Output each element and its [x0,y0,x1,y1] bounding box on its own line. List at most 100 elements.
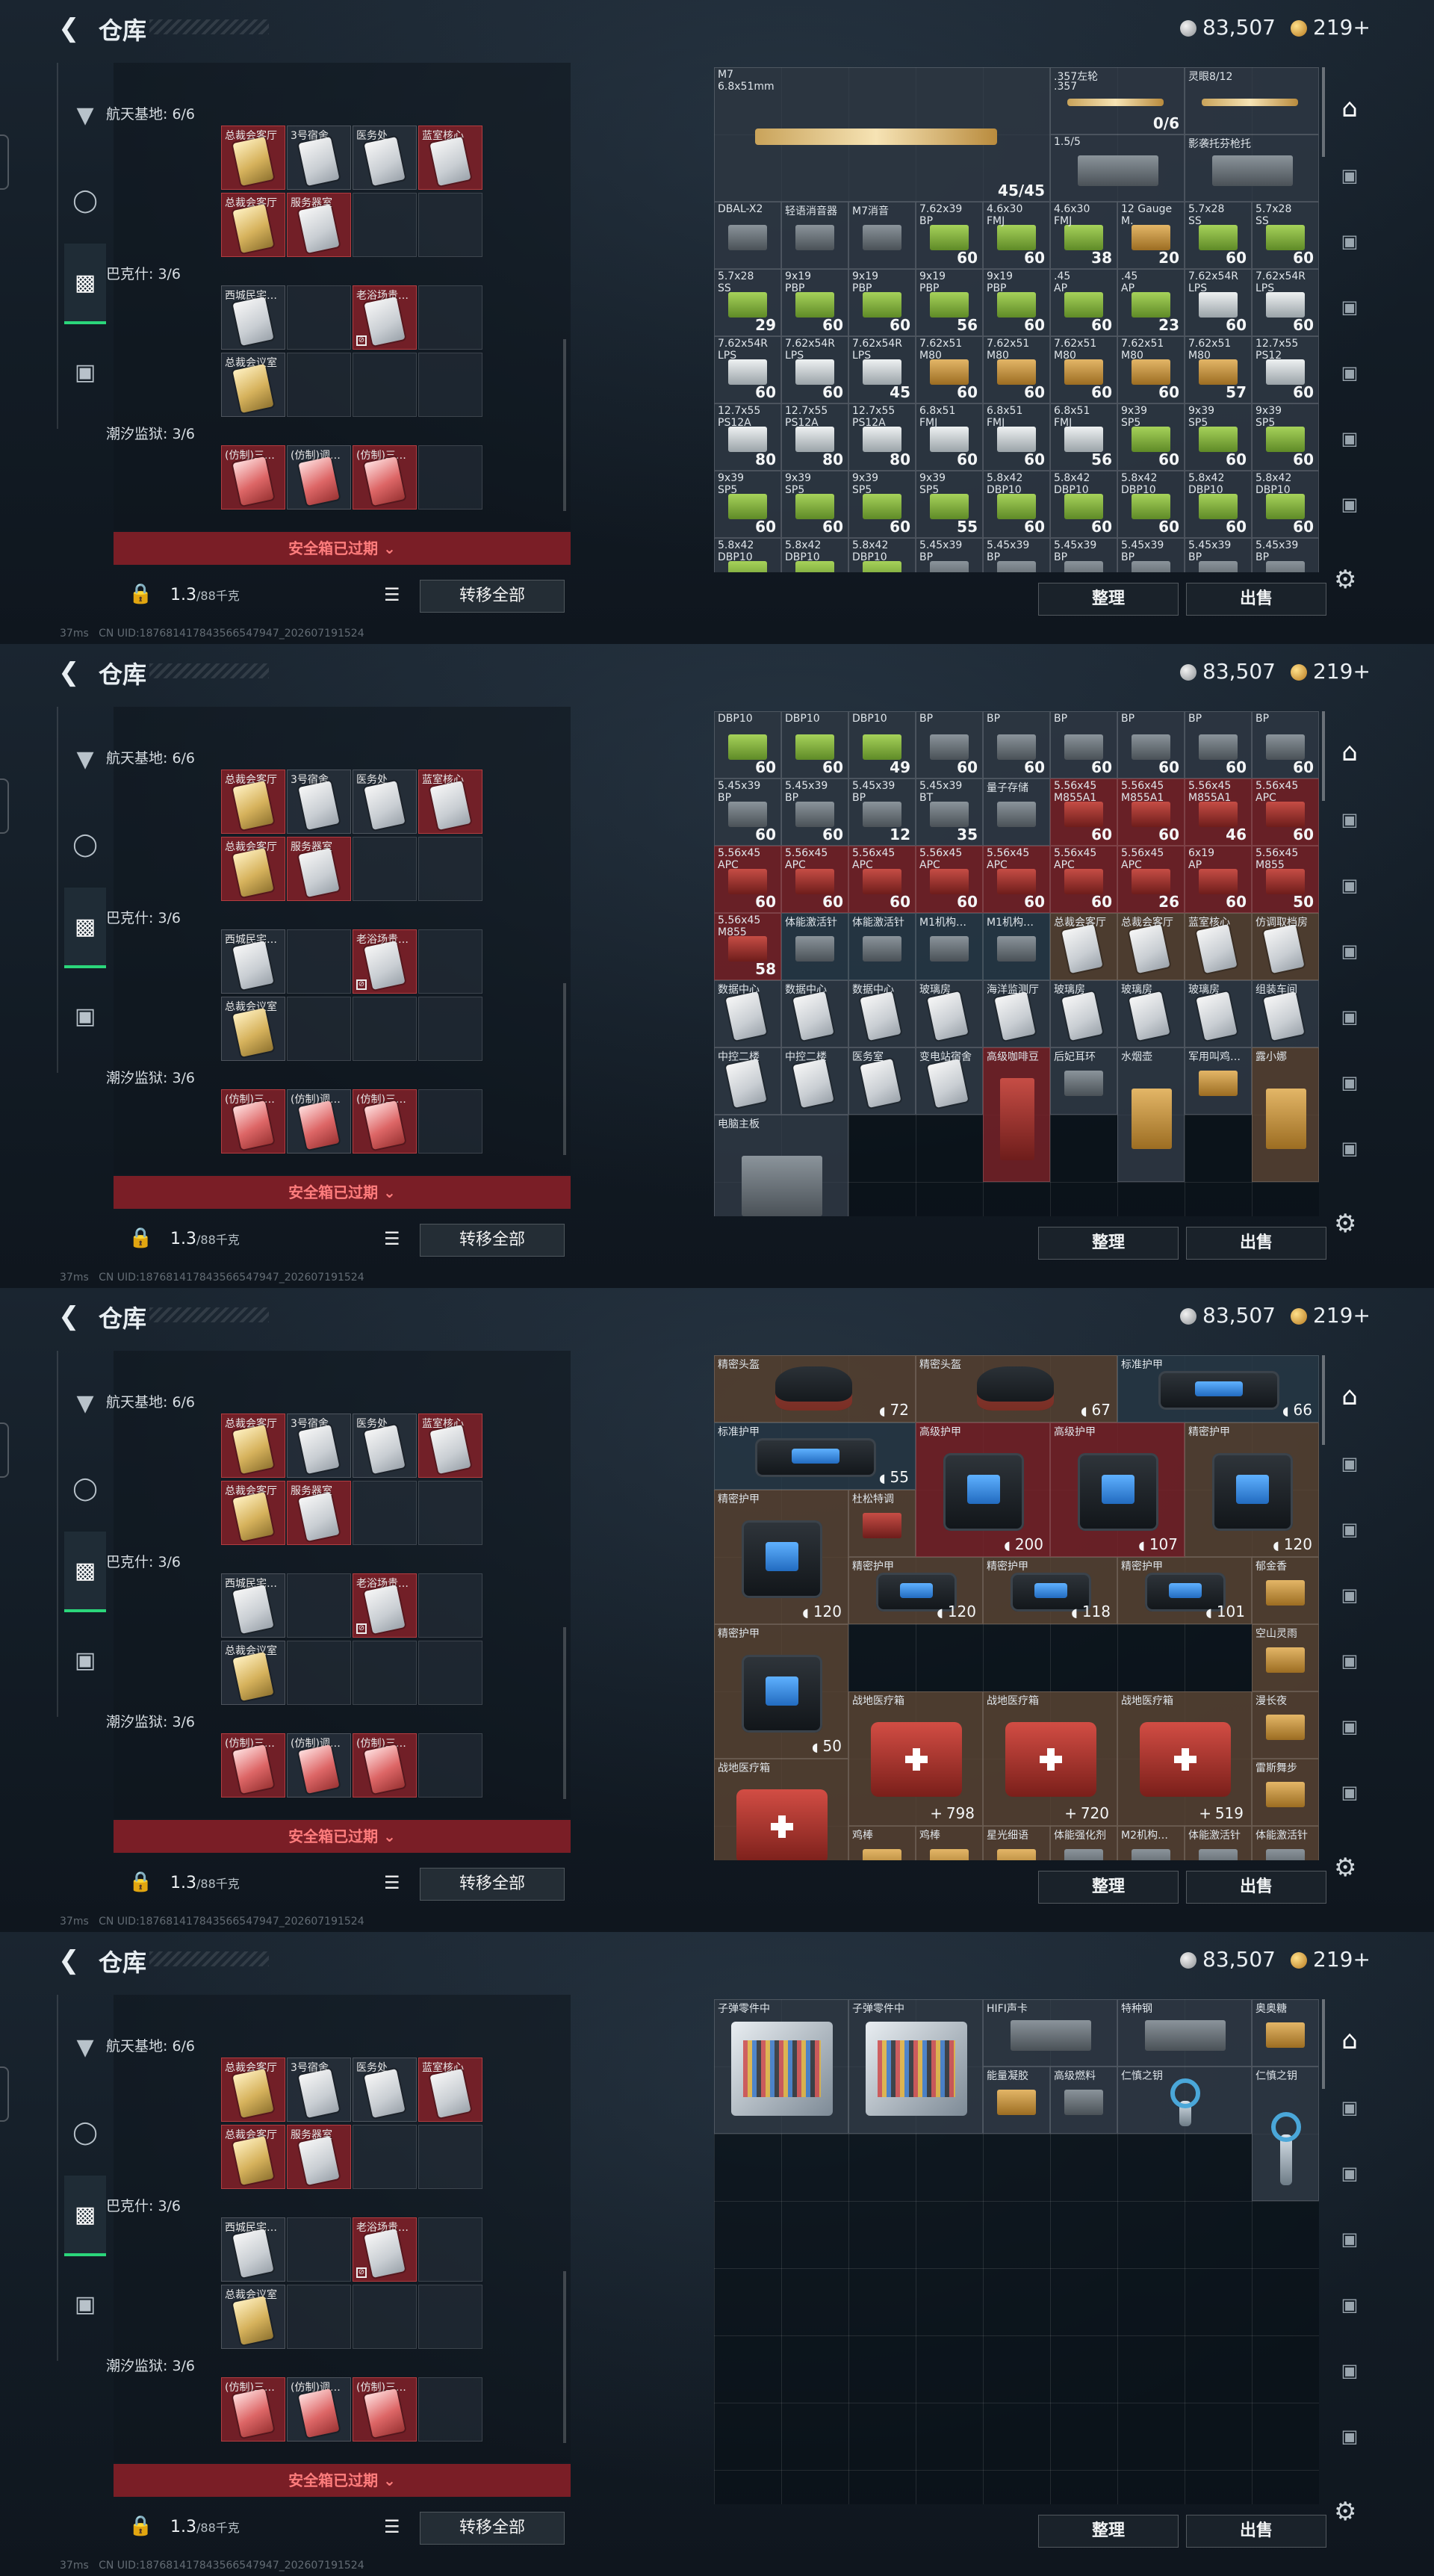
right-scrollbar[interactable] [1322,1999,1325,2089]
inventory-item[interactable]: 5.7x28 SS 29 [714,269,781,336]
inventory-item[interactable]: 量子存储 [983,778,1050,846]
warehouse-page-2-icon[interactable]: ▣ [1329,1443,1370,1484]
inventory-item[interactable]: 子弹零件中 [714,1999,848,2134]
inventory-item[interactable]: 7.62x54R LPS 60 [714,336,781,403]
inventory-item[interactable]: 5.45x39 BP 60 [714,778,781,846]
inventory-item[interactable]: 5.56x45 M855 58 [714,913,781,980]
warehouse-page-3-icon[interactable]: ▣ [1329,2153,1370,2193]
category-supply-icon[interactable]: ▣ [64,2283,106,2325]
inventory-item[interactable]: 中控二楼 [714,1047,781,1115]
inventory-item[interactable]: 露小娜 [1252,1047,1319,1182]
warehouse-page-5-icon[interactable]: ▣ [1329,353,1370,393]
inventory-item[interactable]: M7 6.8x51mm 45/45 [714,67,1050,202]
inventory-item[interactable]: 杜松特调 [848,1490,916,1557]
inventory-item[interactable]: 5.8x42 DBP10 60 [1185,471,1252,538]
keycard-slot[interactable]: 医务处 [353,1414,417,1478]
inventory-item[interactable]: 战地医疗箱 [714,1759,848,1860]
inventory-item[interactable]: 子弹零件中 [848,1999,983,2134]
keycard-slot[interactable]: 3号宿舍 [287,770,351,834]
inventory-item[interactable]: 4.6x30 FMJ 60 [983,202,1050,269]
sell-button[interactable]: 出售 [1186,583,1326,616]
inventory-item[interactable]: 5.56x45 APC 60 [1252,778,1319,846]
list-icon[interactable]: ☰ [384,1872,405,1895]
warehouse-page-5-icon[interactable]: ▣ [1329,2285,1370,2325]
inventory-item[interactable]: 6x19 AP 60 [1185,846,1252,913]
inventory-item[interactable]: 雷斯舞步 [1252,1759,1319,1826]
left-scrollbar[interactable] [563,1627,566,1799]
inventory-item[interactable]: 海洋监测厅 [983,980,1050,1047]
keycard-slot[interactable]: (仿制)三… [353,2377,417,2442]
category-equipment-icon[interactable]: ◯ [64,179,106,221]
inventory-item[interactable]: BP 60 [1050,711,1117,778]
inventory-item[interactable]: BP 60 [983,711,1050,778]
keycard-slot[interactable]: (仿制)调… [287,2377,351,2442]
inventory-item[interactable]: 5.56x45 M855A1 60 [1050,778,1117,846]
inventory-item[interactable]: 高级燃料 [1050,2066,1117,2134]
inventory-item[interactable]: 7.62x51 M80 60 [1117,336,1185,403]
category-keycard-icon[interactable]: ▩ [64,1532,106,1612]
inventory-item[interactable]: 影袭托芬枪托 [1185,134,1319,202]
keycard-slot[interactable]: 服务器室 [287,1481,351,1545]
warehouse-page-6-icon[interactable]: ▣ [1329,418,1370,459]
inventory-item[interactable]: 玻璃房 [916,980,983,1047]
warehouse-page-7-icon[interactable]: ▣ [1329,484,1370,524]
inventory-item[interactable]: 后妃耳环 [1050,1047,1117,1115]
sell-button[interactable]: 出售 [1186,1871,1326,1904]
warehouse-page-3-icon[interactable]: ▣ [1329,1509,1370,1549]
keycard-slot[interactable]: 总裁会客厅 [221,2058,285,2122]
inventory-item[interactable]: 体能激活针 [1185,1826,1252,1860]
inventory-item[interactable]: 精密护甲 50 [714,1624,848,1759]
keycard-slot[interactable]: 医务处 [353,2058,417,2122]
keycard-slot[interactable]: 老浴场贵… ⊘ [353,1573,417,1638]
inventory-item[interactable]: 体能强化剂 [1050,1826,1117,1860]
inventory-item[interactable]: 5.45x39 BT 35 [916,778,983,846]
keycard-slot[interactable]: (仿制)调… [287,1733,351,1798]
inventory-item[interactable]: 精密护甲 120 [1185,1422,1319,1557]
list-icon[interactable]: ☰ [384,584,405,607]
inventory-item[interactable]: 5.45x39 BP [1185,538,1252,572]
warehouse-page-4-icon[interactable]: ▣ [1329,287,1370,327]
right-scrollbar[interactable] [1322,1355,1325,1445]
right-scrollbar[interactable] [1322,711,1325,801]
inventory-item[interactable]: 9x19 PBP 60 [983,269,1050,336]
list-icon[interactable]: ☰ [384,1228,405,1251]
inventory-item[interactable]: 标准护甲 55 [714,1422,916,1490]
inventory-item[interactable]: 12.7x55 PS12A 80 [848,403,916,471]
inventory-item[interactable]: 轻语消音器 [781,202,848,269]
inventory-item[interactable]: 灵眼8/12 [1185,67,1319,134]
warehouse-page-6-icon[interactable]: ▣ [1329,1062,1370,1103]
inventory-item[interactable]: 仁慎之钥 [1117,2066,1252,2134]
category-supply-icon[interactable]: ▣ [64,351,106,393]
keycard-slot[interactable]: 西城民宅… [221,929,285,994]
inventory-item[interactable]: 4.6x30 FMJ 38 [1050,202,1117,269]
keycard-slot[interactable]: (仿制)调… [287,445,351,510]
inventory-item[interactable]: 5.56x45 M855A1 60 [1117,778,1185,846]
inventory-item[interactable]: 5.45x39 BP [1117,538,1185,572]
inventory-item[interactable]: 5.56x45 M855 50 [1252,846,1319,913]
inventory-item[interactable]: 变电站宿舍 [916,1047,983,1115]
inventory-item[interactable]: 6.8x51 FMJ 60 [916,403,983,471]
inventory-item[interactable]: 12.7x55 PS12 60 [1252,336,1319,403]
inventory-item[interactable]: 5.45x39 BP [1252,538,1319,572]
inventory-item[interactable]: 蓝室核心 [1185,913,1252,980]
inventory-item[interactable]: 奥奥糖 [1252,1999,1319,2066]
keycard-slot[interactable]: 服务器室 [287,837,351,901]
side-handle[interactable] [0,778,9,834]
inventory-item[interactable]: 7.62x51 M80 60 [983,336,1050,403]
keycard-slot[interactable]: (仿制)三… [221,445,285,510]
inventory-item[interactable]: 7.62x54R LPS 60 [1252,269,1319,336]
inventory-item[interactable]: .357左轮 .357 0/6 [1050,67,1185,134]
category-weapon-icon[interactable]: ▼ [64,738,106,780]
inventory-item[interactable]: 7.62x51 M80 60 [1050,336,1117,403]
gold-currency[interactable]: 219+ [1291,15,1371,40]
inventory-item[interactable]: 9x39 SP5 60 [1185,403,1252,471]
inventory-item[interactable]: 总裁会客厅 [1050,913,1117,980]
warehouse-page-2-icon[interactable]: ▣ [1329,799,1370,840]
keycard-slot[interactable]: 服务器室 [287,193,351,257]
inventory-item[interactable]: 7.62x51 M80 57 [1185,336,1252,403]
keycard-slot[interactable]: (仿制)三… [221,2377,285,2442]
keycard-slot[interactable]: 3号宿舍 [287,2058,351,2122]
inventory-item[interactable]: 5.56x45 APC 26 [1117,846,1185,913]
inventory-item[interactable]: 12.7x55 PS12A 80 [781,403,848,471]
inventory-item[interactable]: 战地医疗箱 + 519 [1117,1691,1252,1826]
